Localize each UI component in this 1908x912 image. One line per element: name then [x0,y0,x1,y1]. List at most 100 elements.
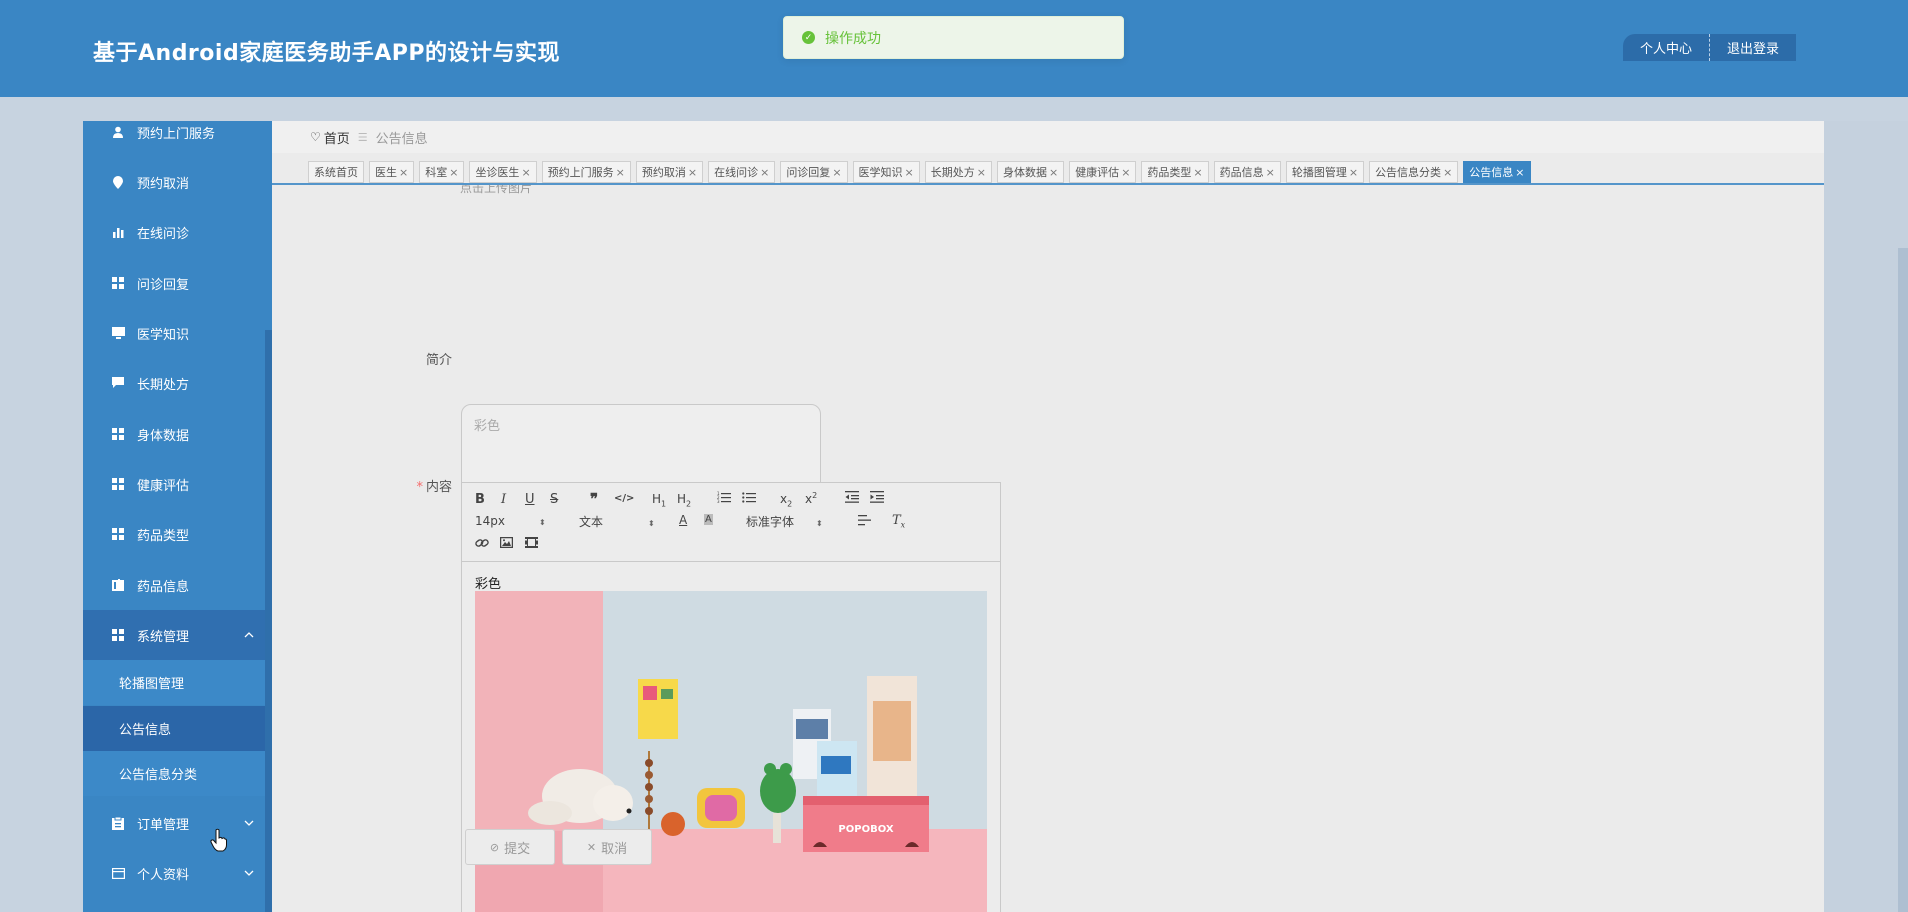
underline-icon[interactable]: U [525,492,535,507]
tab-announcement-info[interactable]: 公告信息 × [1463,161,1531,183]
tab-body-data[interactable]: 身体数据 × [996,161,1065,183]
bullet-list-icon[interactable] [742,491,756,506]
sidebar-sub-carousel-management[interactable]: 轮播图管理 [83,660,272,705]
sidebar-sub-announcement-info[interactable]: 公告信息 [83,706,272,751]
sidebar-item-long-term-prescription[interactable]: 长期处方 [83,358,272,408]
cancel-button[interactable]: ✕ 取消 [562,829,652,865]
close-icon[interactable]: × [1121,166,1130,179]
sidebar-item-consult-reply[interactable]: 问诊回复 [83,258,272,308]
sidebar-group-profile[interactable]: 个人资料 [83,848,272,898]
app-title: 基于Android家庭医务助手APP的设计与实现 [93,41,560,66]
sidebar-scrollbar[interactable] [265,330,272,912]
close-icon[interactable]: × [1443,166,1452,179]
close-icon[interactable]: × [449,166,458,179]
grid-icon [111,427,125,441]
subscript-icon[interactable]: x2 [780,492,792,508]
clear-format-icon[interactable]: Tx [892,513,905,530]
heading-1-icon[interactable]: H1 [652,492,666,508]
check-circle-icon: ⊘ [489,840,500,854]
close-icon[interactable]: × [1515,166,1524,179]
sidebar-group-order-management[interactable]: 订单管理 [83,798,272,848]
heading-2-icon[interactable]: H2 [677,492,691,508]
select-arrows-icon: ⬍ [648,519,655,528]
tab-health-assessment[interactable]: 健康评估 × [1069,161,1137,183]
close-icon: ✕ [586,840,597,854]
font-size-select[interactable]: 14px ⬍ [475,514,546,528]
link-icon[interactable] [475,537,489,552]
close-icon[interactable]: × [1049,166,1058,179]
sidebar-item-health-assessment[interactable]: 健康评估 [83,459,272,509]
sidebar-sub-announcement-category[interactable]: 公告信息分类 [83,751,272,796]
tab-appointment-cancel[interactable]: 预约取消 × [635,161,704,183]
tab-carousel-management[interactable]: 轮播图管理 × [1285,161,1365,183]
logout-link[interactable]: 退出登录 [1710,38,1796,57]
sidebar-item-medical-knowledge[interactable]: 医学知识 [83,308,272,358]
image-icon[interactable] [499,536,514,551]
tab-drug-info[interactable]: 药品信息 × [1213,161,1281,183]
chat-bubble-icon [111,376,125,390]
tab-label: 问诊回复 [786,166,831,179]
tab-department[interactable]: 科室 × [419,161,465,183]
code-block-icon[interactable]: </> [614,493,634,504]
page-scrollbar[interactable] [1898,248,1908,912]
sidebar-group-system-management[interactable]: 系统管理 [83,610,272,660]
tab-announcement-category[interactable]: 公告信息分类 × [1369,161,1459,183]
tab-appointment-service[interactable]: 预约上门服务 × [541,161,631,183]
grid-icon [111,628,125,642]
tab-drug-type[interactable]: 药品类型 × [1141,161,1209,183]
close-icon[interactable]: × [1193,166,1202,179]
submit-button[interactable]: ⊘ 提交 [465,829,555,865]
tab-long-term-prescription[interactable]: 长期处方 × [924,161,992,183]
tab-system-home[interactable]: 系统首页 [308,161,364,183]
font-family-select[interactable]: 标准字体 ⬍ [746,513,823,530]
personal-center-link[interactable]: 个人中心 [1623,38,1709,57]
video-icon[interactable] [525,537,538,551]
bold-icon[interactable]: B [475,492,485,507]
tab-label: 公告信息分类 [1375,166,1442,179]
paragraph-select[interactable]: 文本 ⬍ [579,513,655,530]
close-icon[interactable]: × [832,166,841,179]
sidebar: 预约上门服务 预约取消 在线问诊 问诊回复 医学知识 长期处方 身体数据 健康评… [83,121,272,912]
close-icon[interactable]: × [688,166,697,179]
superscript-icon[interactable]: x2 [805,491,817,506]
background-color-icon[interactable]: A [704,514,713,525]
ordered-list-icon[interactable]: 123 [717,491,731,506]
tab-medical-knowledge[interactable]: 医学知识 × [852,161,920,183]
sidebar-item-appointment-cancel[interactable]: 预约取消 [83,157,272,207]
align-left-icon[interactable] [858,515,871,529]
close-icon[interactable]: × [905,166,914,179]
content-label: * 内容 [412,476,452,495]
user-menu: 个人中心 退出登录 [1623,34,1796,61]
sidebar-item-drug-type[interactable]: 药品类型 [83,509,272,559]
sidebar-item-online-consult[interactable]: 在线问诊 [83,207,272,257]
heart-icon: ♡ [310,130,321,144]
sidebar-item-label: 医学知识 [137,327,190,343]
close-icon[interactable]: × [616,166,625,179]
sidebar-item-body-data[interactable]: 身体数据 [83,409,272,459]
sidebar-item-appointment-service[interactable]: 预约上门服务 [83,121,272,143]
close-icon[interactable]: × [760,166,769,179]
font-color-icon[interactable]: A [679,513,687,527]
blockquote-icon[interactable]: ❞ [590,490,598,508]
outdent-icon[interactable] [845,491,859,506]
paragraph-value: 文本 [579,515,604,529]
strikethrough-icon[interactable]: S [550,492,558,507]
close-icon[interactable]: × [521,166,530,179]
tab-label: 医生 [375,166,397,179]
bar-chart-icon [111,225,125,239]
editor-toolbar: B I U S ❞ </> H1 H2 123 x2 x2 14px ⬍ 文本 … [462,483,1000,562]
tab-consult-reply[interactable]: 问诊回复 × [780,161,848,183]
breadcrumb-home[interactable]: ♡ 首页 [310,128,350,147]
close-icon[interactable]: × [1266,166,1275,179]
tab-doctor[interactable]: 医生 × [369,161,415,183]
intro-label: 简介 [422,349,452,368]
close-icon[interactable]: × [399,166,408,179]
tab-online-consult[interactable]: 在线问诊 × [708,161,776,183]
sidebar-item-drug-info[interactable]: 药品信息 [83,560,272,610]
close-icon[interactable]: × [977,166,986,179]
tab-sitting-doctor[interactable]: 坐诊医生 × [469,161,537,183]
sidebar-item-label: 在线问诊 [137,226,190,242]
close-icon[interactable]: × [1349,166,1358,179]
italic-icon[interactable]: I [501,492,506,507]
indent-icon[interactable] [870,491,884,506]
